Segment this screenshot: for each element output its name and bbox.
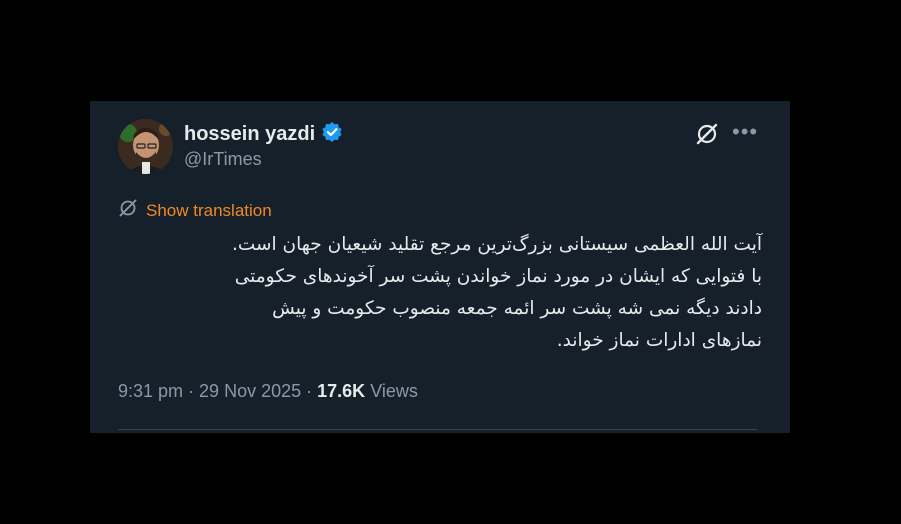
author-handle[interactable]: @IrTimes [184,149,262,170]
avatar-image [118,119,173,174]
tweet-line: نمازهای ادارات نماز خواند. [556,330,762,351]
tweet-line: دادند دیگه نمی شه پشت سر ائمه جمعه منصوب… [272,298,762,319]
views-label: Views [370,381,418,401]
author-name[interactable]: hossein yazdi [184,123,315,146]
tweet-time[interactable]: 9:31 pm [118,381,183,401]
more-icon[interactable]: ••• [732,119,758,145]
divider [118,429,757,430]
verified-badge-icon [321,121,343,148]
show-translation-label[interactable]: Show translation [146,201,272,221]
tweet-meta: 9:31 pm · 29 Nov 2025 · 17.6K Views [118,381,418,402]
author-row: hossein yazdi [184,121,343,148]
views-count: 17.6K [317,381,366,401]
tweet-line: با فتوایی که ایشان در مورد نماز خواندن پ… [234,266,762,287]
translate-icon [118,198,138,223]
tweet-text: آیت الله العظمی سیستانی بزرگ‌ترین مرجع ت… [118,229,762,357]
tweet-date[interactable]: 29 Nov 2025 [199,381,301,401]
avatar[interactable] [118,119,173,174]
show-translation-link[interactable]: Show translation [118,198,272,223]
meta-separator: · [301,381,318,401]
tweet-card: hossein yazdi @IrTimes ••• Show translat… [90,101,790,433]
meta-separator: · [183,381,200,401]
grok-icon[interactable] [694,121,720,147]
tweet-line: آیت الله العظمی سیستانی بزرگ‌ترین مرجع ت… [231,234,762,255]
